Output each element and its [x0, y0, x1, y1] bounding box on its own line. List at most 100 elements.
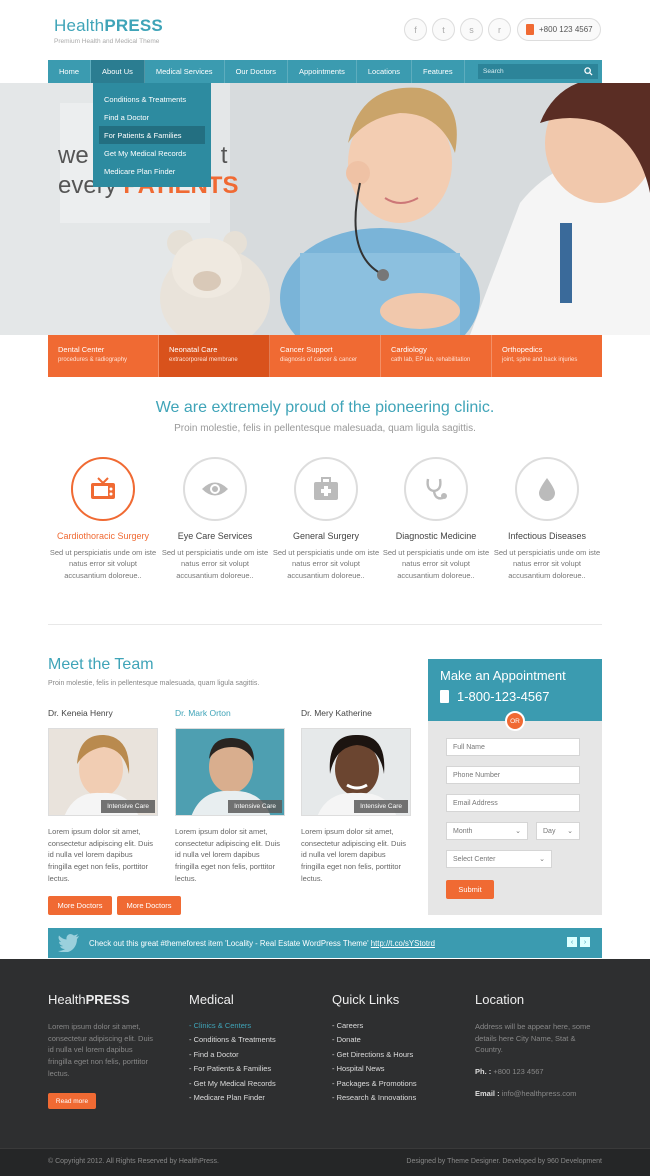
doctor-name[interactable]: Dr. Keneia Henry	[48, 708, 158, 718]
footer-link-text: Conditions & Treatments	[193, 1035, 276, 1045]
month-select[interactable]: Month ⌄	[446, 822, 528, 840]
footer-link[interactable]: - Donate	[332, 1035, 452, 1044]
feature-title: General Surgery	[292, 531, 360, 541]
dropdown-item-conditions[interactable]: Conditions & Treatments	[99, 90, 205, 108]
hero-line-1-end: t	[220, 142, 228, 169]
copyright-bar: © Copyright 2012. All Rights Reserved by…	[0, 1148, 650, 1176]
skype-icon[interactable]: s	[460, 18, 483, 41]
footer-medical-title: Medical	[189, 992, 234, 1007]
footer-link[interactable]: - For Patients & Families	[189, 1064, 309, 1073]
read-more-button[interactable]: Read more	[48, 1093, 96, 1110]
dropdown-item-medical-records[interactable]: Get My Medical Records	[99, 144, 205, 162]
footer-link[interactable]: - Find a Doctor	[189, 1050, 309, 1059]
service-sub: procedures & radiography	[58, 357, 128, 363]
service-sub: joint, spine and back injuries	[502, 357, 578, 363]
drop-icon	[515, 457, 579, 521]
footer-link[interactable]: - Clinics & Centers	[189, 1021, 309, 1030]
feature-infectious[interactable]: Infectious Diseases Sed ut perspiciatis …	[492, 457, 602, 581]
footer-link-text: Research & Innovations	[336, 1092, 417, 1102]
month-value: Month	[453, 827, 473, 835]
service-cardiology[interactable]: Cardiology cath lab, EP lab, rehabilitati…	[381, 335, 492, 377]
service-title: Orthopedics	[502, 345, 543, 354]
doctor-photo[interactable]: Intensive Care	[301, 728, 411, 816]
search-input[interactable]: Search	[478, 64, 598, 79]
twitter-icon[interactable]	[58, 934, 80, 952]
nav-features[interactable]: Features	[412, 60, 465, 83]
footer-link[interactable]: - Get My Medical Records	[189, 1079, 309, 1088]
center-value: Select Center	[453, 855, 496, 863]
nav-about-us[interactable]: About Us	[91, 60, 145, 83]
doctor-badge: Intensive Care	[228, 800, 282, 813]
feature-desc: Sed ut perspiciatis unde om iste natus e…	[382, 548, 490, 580]
more-doctors-button[interactable]: More Doctors	[48, 896, 112, 915]
phone-icon	[440, 690, 449, 703]
footer-link[interactable]: - Packages & Promotions	[332, 1079, 452, 1088]
footer-about-text: Lorem ipsum dolor sit amet, consectetur …	[48, 1022, 154, 1078]
tweet-text: Check out this great #themeforest item '…	[89, 939, 435, 948]
search-icon[interactable]	[584, 67, 593, 76]
nav-medical-services[interactable]: Medical Services	[145, 60, 225, 83]
footer-link[interactable]: - Careers	[332, 1021, 452, 1030]
dropdown-item-medicare[interactable]: Medicare Plan Finder	[99, 162, 205, 180]
doctor-bio: Lorem ipsum dolor sit amet, consectetur …	[175, 827, 281, 883]
service-sub: diagnosis of cancer & cancer	[280, 357, 358, 363]
day-select[interactable]: Day ⌄	[536, 822, 580, 840]
nav-home[interactable]: Home	[48, 60, 92, 83]
feature-diagnostic[interactable]: Diagnostic Medicine Sed ut perspiciatis …	[381, 457, 491, 581]
dropdown-item-patients-families[interactable]: For Patients & Families	[99, 126, 205, 144]
nav-appointments[interactable]: Appointments	[288, 60, 357, 83]
feature-desc: Sed ut perspiciatis unde om iste natus e…	[49, 548, 157, 580]
service-dental[interactable]: Dental Center procedures & radiography	[48, 335, 159, 377]
feature-desc: Sed ut perspiciatis unde om iste natus e…	[493, 548, 601, 580]
next-arrow-icon[interactable]: ›	[580, 937, 590, 947]
footer-link[interactable]: - Conditions & Treatments	[189, 1035, 309, 1044]
full-name-field[interactable]: Full Name	[446, 738, 580, 756]
team-title: Meet the Team	[48, 656, 154, 673]
footer-quick-links: Quick Links - Careers - Donate - Get Dir…	[332, 992, 452, 1102]
dropdown-item-find-doctor[interactable]: Find a Doctor	[99, 108, 205, 126]
feature-desc: Sed ut perspiciatis unde om iste natus e…	[161, 548, 269, 580]
nav-our-doctors[interactable]: Our Doctors	[225, 60, 288, 83]
footer-link-text: Hospital News	[336, 1064, 385, 1074]
services-bar: Dental Center procedures & radiography Ne…	[48, 335, 602, 377]
submit-button[interactable]: Submit	[446, 880, 494, 899]
tweet-link[interactable]: http://t.co/sYStotrd	[371, 939, 435, 948]
service-title: Cancer Support	[280, 345, 333, 354]
feature-cardiothoracic[interactable]: Cardiothoracic Surgery Sed ut perspiciat…	[48, 457, 158, 581]
chevron-down-icon: ⌄	[515, 828, 521, 835]
feature-eye-care[interactable]: Eye Care Services Sed ut perspiciatis un…	[160, 457, 270, 581]
footer-link-text: Packages & Promotions	[336, 1078, 417, 1088]
service-neonatal[interactable]: Neonatal Care extracorporeal membrane	[159, 335, 270, 377]
facebook-icon[interactable]: f	[404, 18, 427, 41]
nav-locations[interactable]: Locations	[357, 60, 412, 83]
footer-email-value[interactable]: info@healthpress.com	[502, 1089, 577, 1098]
footer-link[interactable]: - Get Directions & Hours	[332, 1050, 452, 1059]
logo-tagline: Premium Health and Medical Theme	[54, 38, 160, 45]
center-select[interactable]: Select Center ⌄	[446, 850, 552, 868]
doctor-badge: Intensive Care	[354, 800, 408, 813]
footer-link[interactable]: - Medicare Plan Finder	[189, 1093, 309, 1102]
phone-number-field[interactable]: Phone Number	[446, 766, 580, 784]
service-orthopedics[interactable]: Orthopedics joint, spine and back injurie…	[492, 335, 602, 377]
feature-general-surgery[interactable]: General Surgery Sed ut perspiciatis unde…	[271, 457, 381, 581]
service-sub: extracorporeal membrane	[169, 357, 238, 363]
twitter-icon[interactable]: t	[432, 18, 455, 41]
footer-link-text: For Patients & Families	[193, 1064, 272, 1074]
appointment-phone-number: 1-800-123-4567	[457, 689, 550, 704]
logo[interactable]: HealthPRESS Premium Health and Medical T…	[54, 16, 163, 45]
email-field[interactable]: Email Address	[446, 794, 580, 812]
copyright-text: © Copyright 2012. All Rights Reserved by…	[48, 1158, 219, 1165]
doctor-name[interactable]: Dr. Mery Katherine	[301, 708, 411, 718]
doctor-name[interactable]: Dr. Mark Orton	[175, 708, 285, 718]
rss-icon[interactable]: r	[488, 18, 511, 41]
eye-icon	[183, 457, 247, 521]
service-title: Dental Center	[58, 345, 105, 354]
footer-link[interactable]: - Research & Innovations	[332, 1093, 452, 1102]
doctor-photo[interactable]: Intensive Care	[48, 728, 158, 816]
more-doctors-button-2[interactable]: More Doctors	[117, 896, 181, 915]
prev-arrow-icon[interactable]: ‹	[567, 937, 577, 947]
footer-link-text: Donate	[336, 1035, 361, 1045]
doctor-photo[interactable]: Intensive Care	[175, 728, 285, 816]
footer-link[interactable]: - Hospital News	[332, 1064, 452, 1073]
service-cancer[interactable]: Cancer Support diagnosis of cancer & canc…	[270, 335, 381, 377]
